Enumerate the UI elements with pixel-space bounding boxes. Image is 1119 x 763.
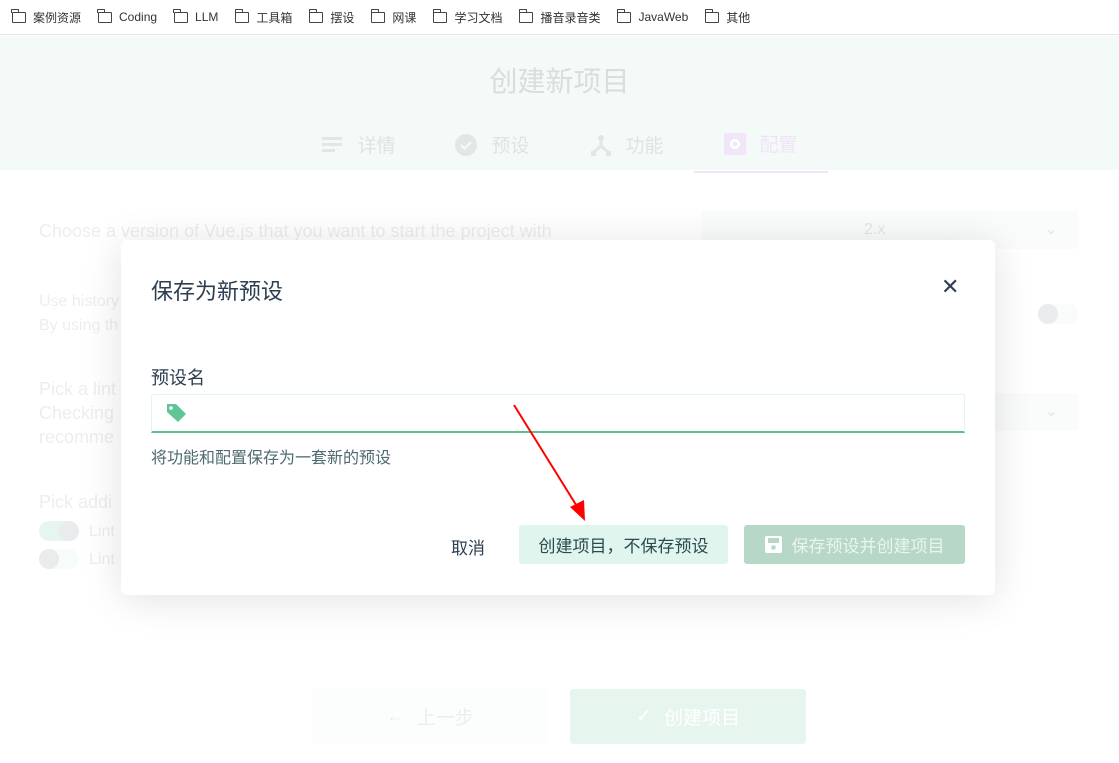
folder-icon (518, 8, 534, 23)
help-text: 将功能和配置保存为一套新的预设 (151, 450, 392, 467)
linter-label: Pick a lint (39, 379, 117, 399)
additional-label: Pick addi (39, 492, 113, 512)
check-circle-icon (455, 133, 478, 156)
folder-icon (616, 8, 632, 23)
bookmarks-bar: 案例资源 Coding LLM 工具箱 摆设 网课 学习文档 播音录音类 JavaWeb 其他 (0, 0, 1119, 35)
list-icon (322, 136, 343, 152)
tab-details[interactable]: 详情 (291, 130, 425, 173)
folder-icon (308, 8, 324, 23)
folder-icon (704, 8, 720, 23)
folder-icon (234, 8, 250, 23)
bookmark-label: 案例资源 (33, 10, 82, 25)
bookmark-item[interactable]: 学习文档 (432, 8, 503, 26)
lint-option-1: Lint (89, 523, 115, 540)
create-without-saving-button[interactable]: 创建项目，不保存预设 (519, 525, 728, 564)
bookmark-item[interactable]: 案例资源 (11, 8, 82, 26)
preset-name-input[interactable] (196, 401, 956, 425)
bookmark-label: Coding (119, 10, 158, 24)
bookmark-label: 网课 (392, 10, 417, 25)
folder-icon (97, 8, 113, 23)
fork-icon (590, 134, 611, 156)
tab-label: 预设 (491, 136, 530, 157)
tab-config[interactable]: 配置 (693, 130, 828, 173)
select-value: 2.x (864, 221, 886, 238)
close-icon[interactable]: ✕ (941, 274, 959, 300)
check-icon: ✓ (636, 706, 652, 727)
bookmark-label: JavaWeb (638, 10, 689, 24)
modal-title: 保存为新预设 (151, 279, 284, 304)
folder-icon (432, 8, 448, 23)
bookmark-item[interactable]: 工具箱 (234, 8, 293, 26)
button-label: 上一步 (416, 708, 474, 729)
save-preset-modal: 保存为新预设 ✕ 预设名 将功能和配置保存为一套新的预设 取消 创建项目，不保存… (121, 240, 995, 595)
bookmark-label: 播音录音类 (540, 10, 601, 25)
bookmark-label: 学习文档 (454, 10, 503, 25)
folder-icon (370, 8, 386, 23)
back-button[interactable]: ← 上一步 (312, 689, 548, 744)
history-label: Use history (39, 293, 120, 310)
history-toggle[interactable] (1038, 304, 1078, 324)
lint-option-2: Lint (89, 551, 115, 568)
save-and-create-button[interactable]: 保存预设并创建项目 (744, 525, 965, 564)
page-title: 创建新项目 (489, 66, 630, 97)
bookmark-label: 工具箱 (256, 10, 293, 25)
lint-toggle-2[interactable] (39, 549, 79, 569)
arrow-left-icon: ← (385, 705, 405, 727)
bookmark-label: LLM (195, 10, 219, 24)
tab-label: 详情 (357, 136, 396, 157)
linter-desc-2: recomme (39, 427, 115, 447)
history-desc: By using th (39, 317, 119, 334)
bookmark-item[interactable]: 摆设 (308, 8, 355, 26)
chevron-down-icon: ⌄ (1044, 221, 1058, 238)
tag-icon (167, 404, 186, 422)
create-project-button[interactable]: ✓ 创建项目 (570, 689, 806, 744)
chevron-down-icon: ⌄ (1044, 403, 1058, 420)
bookmark-label: 其他 (726, 10, 751, 25)
button-label: 创建项目 (663, 708, 740, 729)
bookmark-item[interactable]: JavaWeb (616, 8, 689, 24)
folder-icon (11, 8, 26, 23)
tab-features[interactable]: 功能 (560, 130, 694, 173)
save-icon (764, 536, 782, 553)
folder-icon (173, 8, 189, 23)
cancel-button[interactable]: 取消 (451, 534, 485, 559)
tab-presets[interactable]: 预设 (425, 130, 559, 173)
bookmark-label: 摆设 (330, 10, 355, 25)
lint-toggle-1[interactable] (39, 521, 79, 541)
preset-name-field[interactable] (151, 394, 965, 433)
bookmark-item[interactable]: 其他 (704, 8, 751, 26)
bookmark-item[interactable]: LLM (173, 8, 219, 24)
page-header: 创建新项目 详情 预设 功能 配置 (0, 36, 1119, 173)
preset-name-label: 预设名 (151, 368, 205, 388)
button-label: 保存预设并创建项目 (791, 537, 945, 556)
tab-label: 功能 (625, 136, 664, 157)
tab-label: 配置 (759, 135, 798, 156)
bookmark-item[interactable]: Coding (97, 8, 158, 24)
linter-desc: Checking (39, 403, 115, 423)
gear-icon (723, 132, 746, 155)
bookmark-item[interactable]: 网课 (370, 8, 417, 26)
bookmark-item[interactable]: 播音录音类 (518, 8, 601, 26)
